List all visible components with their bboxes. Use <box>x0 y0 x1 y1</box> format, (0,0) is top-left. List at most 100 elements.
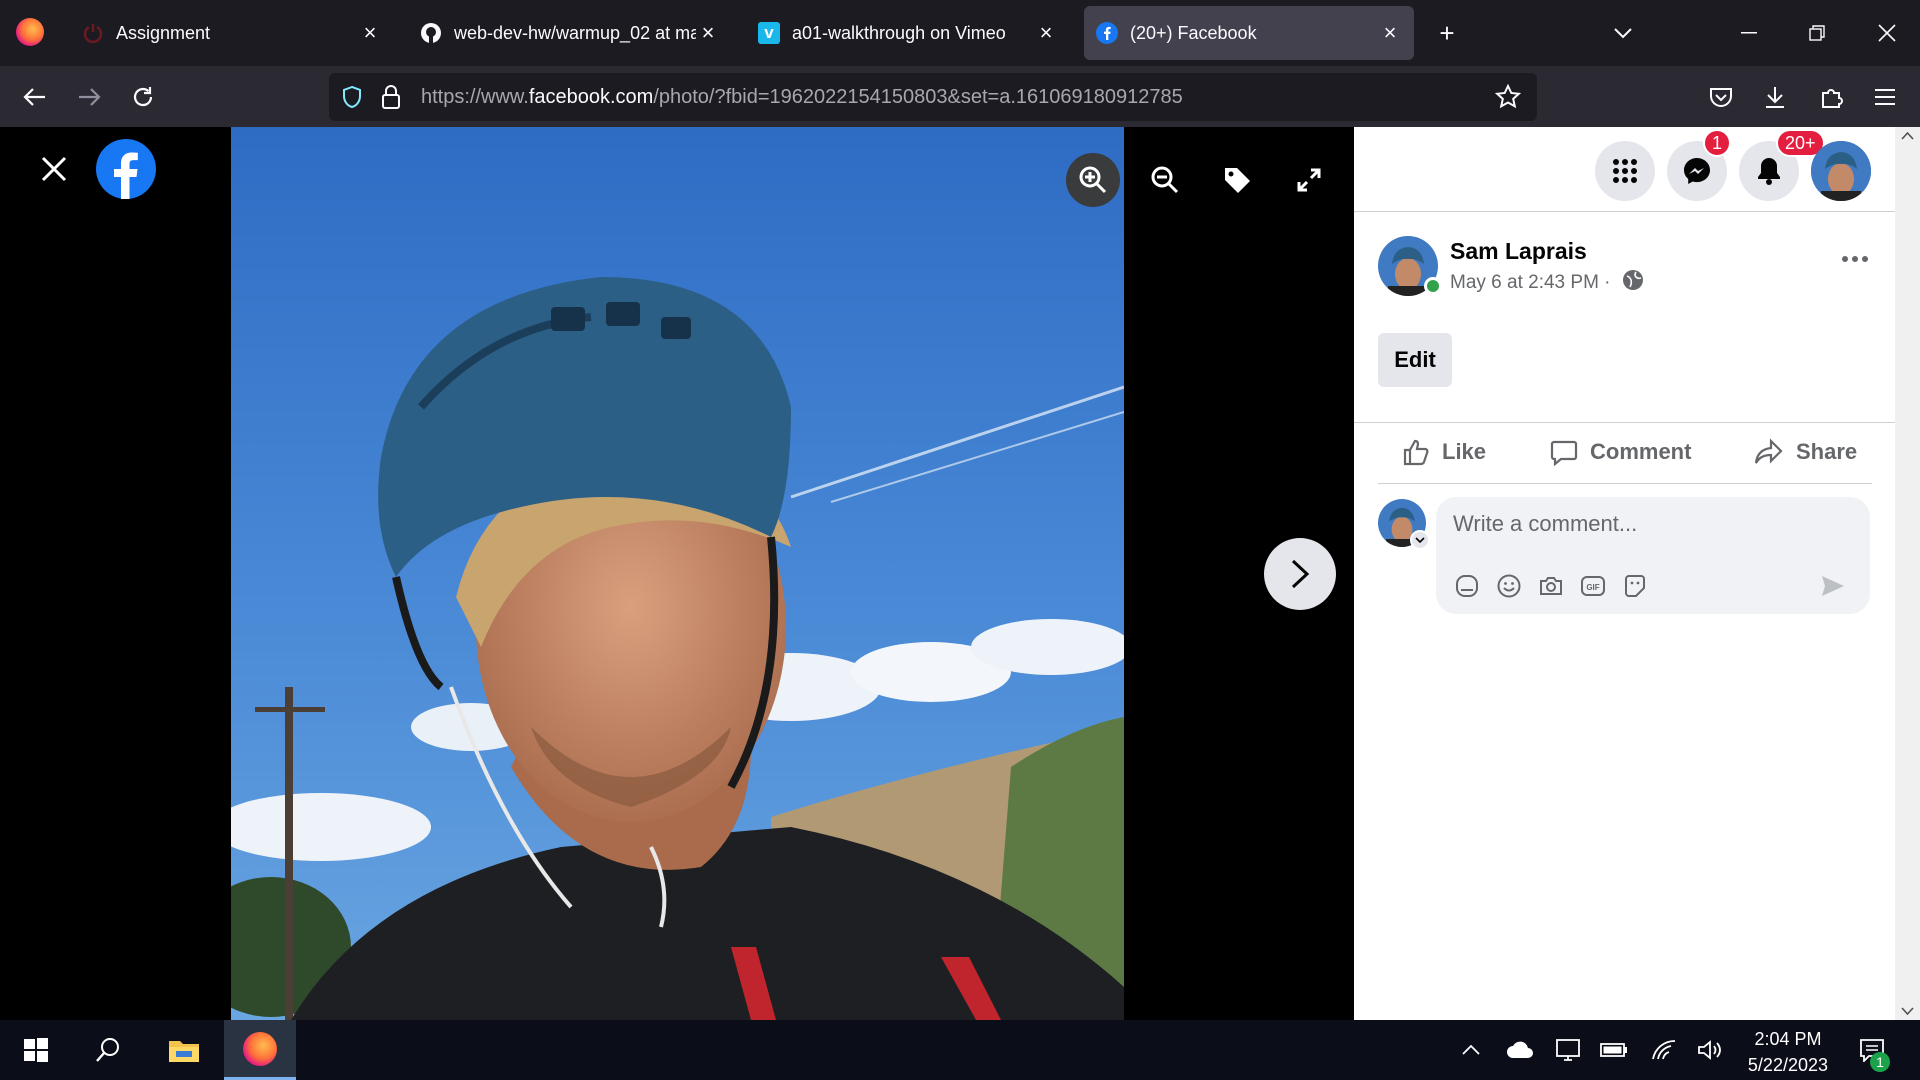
close-tab-icon[interactable]: × <box>1034 20 1058 45</box>
actions-divider <box>1378 483 1872 484</box>
header-divider <box>1354 211 1895 212</box>
tab-facebook[interactable]: (20+) Facebook × <box>1084 6 1414 60</box>
scroll-down-icon[interactable] <box>1901 1006 1914 1016</box>
github-icon <box>420 22 442 44</box>
tab-label: web-dev-hw/warmup_02 at mai <box>454 22 696 43</box>
bookmark-star-icon[interactable] <box>1494 83 1522 115</box>
url-bar[interactable]: https://www.facebook.com/photo/?fbid=196… <box>329 73 1537 121</box>
chevron-down-icon[interactable] <box>1410 530 1430 550</box>
menu-hamburger-icon[interactable] <box>1866 78 1904 116</box>
sticker-icon[interactable] <box>1621 572 1649 600</box>
tab-github[interactable]: web-dev-hw/warmup_02 at mai × <box>408 6 732 60</box>
pocket-icon[interactable] <box>1702 78 1740 116</box>
url-domain: facebook.com <box>528 86 654 108</box>
avatar-sticker-icon[interactable] <box>1453 572 1481 600</box>
comment-placeholder: Write a comment... <box>1453 511 1638 536</box>
close-tab-icon[interactable]: × <box>696 20 720 45</box>
share-label: Share <box>1796 439 1858 464</box>
onedrive-cloud-icon[interactable] <box>1502 1020 1538 1080</box>
photo-viewer <box>0 127 1354 1020</box>
thumbs-up-icon <box>1403 439 1429 466</box>
account-avatar[interactable] <box>1811 141 1871 201</box>
zoom-out-icon[interactable] <box>1138 153 1192 207</box>
zoom-in-icon[interactable] <box>1066 153 1120 207</box>
minimize-window-button[interactable] <box>1732 16 1766 50</box>
post-divider <box>1354 422 1895 423</box>
close-photo-button[interactable] <box>36 151 72 187</box>
reload-button[interactable] <box>124 78 162 116</box>
taskbar-clock[interactable]: 2:04 PM 5/22/2023 <box>1748 1026 1828 1078</box>
clock-time: 2:04 PM <box>1754 1029 1822 1049</box>
restore-window-button[interactable] <box>1800 16 1834 50</box>
wifi-icon[interactable] <box>1646 1020 1682 1080</box>
search-icon[interactable] <box>80 1020 136 1080</box>
browser-tab-bar: Assignment × web-dev-hw/warmup_02 at mai… <box>0 0 1920 66</box>
close-tab-icon[interactable]: × <box>358 20 382 45</box>
display-settings-icon[interactable] <box>1550 1020 1586 1080</box>
tracking-protection-shield-icon[interactable] <box>341 85 363 114</box>
menu-grid-icon[interactable] <box>1595 141 1655 201</box>
url-text[interactable]: https://www.facebook.com/photo/?fbid=196… <box>421 86 1183 109</box>
browser-nav-bar: https://www.facebook.com/photo/?fbid=196… <box>0 66 1920 127</box>
clock-date: 5/22/2023 <box>1747 1055 1828 1075</box>
list-tabs-chevron-icon[interactable] <box>1606 16 1640 50</box>
page-scrollbar[interactable] <box>1895 127 1920 1020</box>
profile-photo[interactable] <box>231 127 1124 1020</box>
comment-button[interactable]: Comment <box>1550 429 1691 475</box>
windows-start-icon[interactable] <box>8 1020 64 1080</box>
firefox-icon[interactable] <box>16 18 44 46</box>
author-name[interactable]: Sam Laprais <box>1450 238 1587 265</box>
downloads-icon[interactable] <box>1756 78 1794 116</box>
svg-text:GIF: GIF <box>1586 583 1599 592</box>
file-explorer-icon[interactable] <box>156 1020 212 1080</box>
back-button[interactable] <box>16 78 54 116</box>
facebook-icon <box>1096 22 1118 44</box>
chevron-right-icon <box>1291 559 1310 589</box>
power-icon <box>82 22 104 44</box>
lock-icon[interactable] <box>381 84 401 115</box>
windows-taskbar: 2:04 PM 5/22/2023 1 <box>0 1020 1920 1080</box>
comment-input[interactable]: Write a comment... GIF <box>1436 497 1870 614</box>
next-photo-button[interactable] <box>1264 538 1336 610</box>
tab-assignment[interactable]: Assignment × <box>70 6 394 60</box>
action-center-icon[interactable] <box>1852 1020 1892 1080</box>
forward-button[interactable] <box>70 78 108 116</box>
comment-bubble-icon <box>1550 440 1578 466</box>
share-arrow-icon <box>1754 438 1783 464</box>
show-hidden-icons-chevron-icon[interactable] <box>1456 1020 1486 1080</box>
tab-label: Assignment <box>116 22 211 43</box>
edit-button[interactable]: Edit <box>1378 333 1452 387</box>
share-button[interactable]: Share <box>1754 429 1857 475</box>
send-icon[interactable] <box>1819 572 1847 600</box>
more-options-icon[interactable] <box>1837 244 1873 274</box>
new-tab-button[interactable]: + <box>1430 16 1464 50</box>
like-label: Like <box>1442 439 1487 464</box>
taskbar-firefox-icon[interactable] <box>224 1020 296 1080</box>
fullscreen-icon[interactable] <box>1282 153 1336 207</box>
facebook-logo[interactable] <box>96 139 156 199</box>
post-side-panel: 1 20+ Sam Laprais May 6 at 2:43 PM · Edi… <box>1354 127 1895 1020</box>
like-button[interactable]: Like <box>1402 429 1486 475</box>
tab-vimeo[interactable]: v a01-walkthrough on Vimeo × <box>746 6 1070 60</box>
extensions-puzzle-icon[interactable] <box>1812 78 1850 116</box>
timestamp-text: May 6 at 2:43 PM · <box>1450 272 1611 294</box>
tag-icon[interactable] <box>1210 153 1264 207</box>
online-status-dot <box>1424 277 1442 295</box>
tab-label: (20+) Facebook <box>1130 22 1257 43</box>
globe-icon <box>1622 269 1644 297</box>
gif-icon[interactable]: GIF <box>1579 572 1607 600</box>
messenger-badge: 1 <box>1703 129 1732 157</box>
battery-icon[interactable] <box>1596 1020 1632 1080</box>
post-timestamp[interactable]: May 6 at 2:43 PM · <box>1450 269 1644 297</box>
emoji-icon[interactable] <box>1495 572 1523 600</box>
comment-label: Comment <box>1590 439 1692 464</box>
scroll-up-icon[interactable] <box>1901 131 1914 141</box>
vimeo-icon: v <box>758 22 780 44</box>
close-tab-icon[interactable]: × <box>1378 20 1402 45</box>
volume-icon[interactable] <box>1692 1020 1728 1080</box>
camera-icon[interactable] <box>1537 572 1565 600</box>
selfie-image <box>231 127 1124 1020</box>
notification-count-badge: 1 <box>1870 1052 1890 1072</box>
close-window-button[interactable] <box>1870 16 1904 50</box>
url-prefix: https://www. <box>421 86 529 108</box>
